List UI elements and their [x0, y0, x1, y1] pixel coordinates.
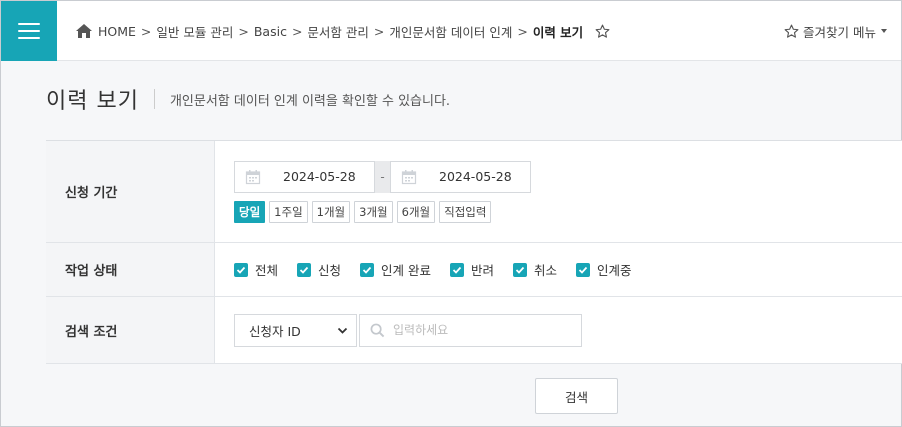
start-date-picker[interactable]: 2024-05-28 [234, 160, 375, 193]
breadcrumb-item-basic[interactable]: Basic [254, 24, 287, 39]
status-label: 작업 상태 [46, 243, 215, 296]
title-divider [153, 89, 155, 109]
app-frame: HOME > 일반 모듈 관리 > Basic > 문서함 관리 > 개인문서함… [0, 0, 902, 427]
breadcrumb-item-home[interactable]: HOME [98, 24, 136, 39]
hamburger-menu-button[interactable] [1, 1, 57, 61]
checkbox-checked-icon [513, 262, 528, 277]
status-checkbox-completed[interactable]: 인계 완료 [360, 260, 431, 279]
favorites-menu-button[interactable]: 즐겨찾기 메뉴 [784, 1, 887, 61]
checkbox-label: 전체 [255, 263, 279, 278]
menu-icon-line [18, 30, 40, 32]
checkbox-label: 인계 완료 [381, 263, 432, 278]
search-box [359, 313, 582, 347]
breadcrumb-separator: > [238, 23, 249, 39]
search-button[interactable]: 검색 [535, 378, 618, 414]
search-condition-field: 신청자 ID [215, 297, 902, 363]
breadcrumb-item-document-box[interactable]: 문서함 관리 [307, 22, 368, 41]
status-field: 전체 신청 인계 완료 반려 취소 인계중 [215, 243, 902, 296]
caret-down-icon [881, 29, 887, 33]
breadcrumb-separator: > [140, 23, 152, 39]
quick-3month-button[interactable]: 3개월 [354, 200, 393, 223]
home-icon [76, 24, 92, 38]
checkbox-checked-icon [450, 262, 465, 277]
checkbox-label: 취소 [534, 263, 558, 278]
status-checkbox-group: 전체 신청 인계 완료 반려 취소 인계중 [234, 260, 651, 279]
menu-icon-line [18, 37, 40, 39]
checkbox-checked-icon [576, 262, 591, 277]
checkbox-label: 반려 [471, 263, 495, 278]
checkbox-checked-icon [234, 262, 248, 277]
date-range: 2024-05-28 - 2024-05-28 [234, 160, 531, 193]
menu-icon-line [18, 23, 40, 25]
star-icon[interactable] [595, 24, 610, 39]
checkbox-checked-icon [297, 262, 312, 277]
breadcrumb: HOME > 일반 모듈 관리 > Basic > 문서함 관리 > 개인문서함… [75, 1, 610, 61]
search-condition-label: 검색 조건 [46, 297, 215, 363]
star-outline-icon [784, 24, 799, 38]
page-title: 이력 보기 [46, 89, 139, 114]
quick-custom-button[interactable]: 직접입력 [439, 200, 492, 223]
form-row-search: 검색 조건 신청자 ID [46, 297, 902, 364]
status-checkbox-cancelled[interactable]: 취소 [513, 260, 557, 279]
breadcrumb-separator: > [517, 23, 528, 39]
breadcrumb-separator: > [291, 23, 303, 39]
status-checkbox-in-progress[interactable]: 인계중 [576, 260, 632, 279]
end-date-picker[interactable]: 2024-05-28 [390, 160, 531, 193]
search-icon [370, 323, 385, 337]
top-bar: HOME > 일반 모듈 관리 > Basic > 문서함 관리 > 개인문서함… [1, 1, 901, 61]
page-header: 이력 보기 개인문서함 데이터 인계 이력을 확인할 수 있습니다. [46, 81, 450, 117]
start-date-value: 2024-05-28 [283, 169, 356, 184]
search-form: 신청 기간 2024-05-28 - 2024-05-28 당일 1주일 1개월… [46, 140, 902, 364]
status-checkbox-requested[interactable]: 신청 [297, 260, 341, 279]
calendar-icon [245, 169, 261, 184]
quick-today-button[interactable]: 당일 [234, 200, 266, 223]
checkbox-label: 신청 [318, 263, 342, 278]
chevron-down-icon [337, 327, 348, 334]
quick-period-buttons: 당일 1주일 1개월 3개월 6개월 직접입력 [234, 200, 531, 223]
calendar-icon [401, 169, 417, 184]
status-checkbox-all[interactable]: 전체 [234, 260, 278, 279]
period-field: 2024-05-28 - 2024-05-28 당일 1주일 1개월 3개월 6… [215, 141, 902, 242]
end-date-value: 2024-05-28 [439, 169, 512, 184]
breadcrumb-item-data-transfer[interactable]: 개인문서함 데이터 인계 [389, 22, 512, 41]
favorites-menu-label: 즐겨찾기 메뉴 [803, 24, 876, 40]
page-description: 개인문서함 데이터 인계 이력을 확인할 수 있습니다. [169, 93, 451, 109]
quick-1month-button[interactable]: 1개월 [311, 200, 351, 223]
breadcrumb-current: 이력 보기 [532, 24, 584, 40]
search-type-select[interactable]: 신청자 ID [234, 313, 357, 347]
period-label: 신청 기간 [46, 141, 215, 242]
search-input[interactable] [393, 323, 573, 337]
status-checkbox-rejected[interactable]: 반려 [450, 260, 494, 279]
breadcrumb-item-general-module[interactable]: 일반 모듈 관리 [156, 22, 233, 41]
quick-6month-button[interactable]: 6개월 [396, 200, 436, 223]
breadcrumb-separator: > [373, 23, 385, 39]
search-type-value: 신청자 ID [249, 323, 301, 339]
form-row-status: 작업 상태 전체 신청 인계 완료 반려 취소 인계중 [46, 243, 902, 297]
checkbox-label: 인계중 [597, 263, 632, 278]
date-range-separator: - [375, 160, 390, 193]
checkbox-checked-icon [360, 262, 375, 277]
quick-1week-button[interactable]: 1주일 [269, 200, 308, 223]
form-row-period: 신청 기간 2024-05-28 - 2024-05-28 당일 1주일 1개월… [46, 141, 902, 243]
